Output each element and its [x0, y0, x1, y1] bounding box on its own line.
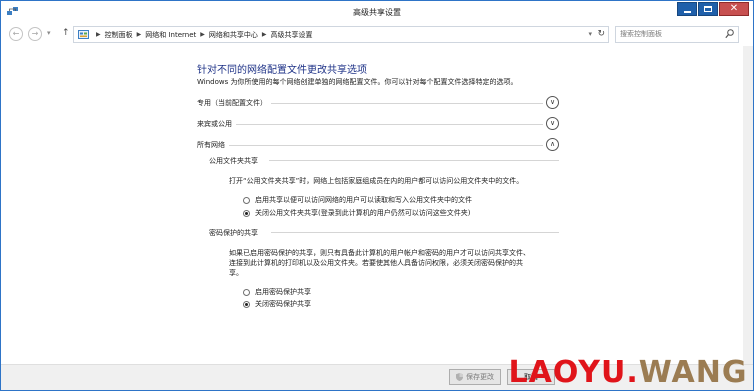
public-sharing-enable-option[interactable]: 启用共享以便可以访问网络的用户可以读取和写入公用文件夹中的文件	[243, 195, 472, 205]
back-button[interactable]: ←	[9, 27, 23, 41]
up-arrow-icon[interactable]: ↑	[62, 28, 70, 38]
public-folder-description: 打开“公用文件夹共享”时，网络上包括家庭组成员在内的用户都可以访问公用文件夹中的…	[229, 177, 524, 185]
public-folder-sharing-title: 公用文件夹共享	[209, 157, 258, 165]
recent-pages-dropdown-icon[interactable]: ▾	[47, 29, 51, 37]
password-description-line-1: 如果已启用密码保护的共享，则只有具备此计算机的用户帐户和密码的用户才可以访问共享…	[229, 249, 530, 257]
breadcrumb-advanced-sharing[interactable]: 高级共享设置	[271, 30, 313, 40]
forward-button[interactable]: →	[28, 27, 42, 41]
breadcrumb-separator-icon[interactable]: ▶	[200, 31, 205, 38]
breadcrumb-separator-icon: ▶	[96, 31, 101, 38]
password-sharing-enable-option[interactable]: 启用密码保护共享	[243, 287, 311, 297]
breadcrumb-control-panel[interactable]: 控制面板	[105, 30, 133, 40]
breadcrumb-network-sharing-center[interactable]: 网络和共享中心	[209, 30, 258, 40]
option-label: 关闭密码保护共享	[255, 300, 311, 308]
breadcrumb-network-internet[interactable]: 网络和 Internet	[145, 30, 196, 40]
window-title: 高级共享设置	[353, 8, 401, 17]
refresh-icon[interactable]: ↻	[597, 29, 605, 39]
minimize-button[interactable]	[677, 2, 697, 16]
address-bar[interactable]: ▶ 控制面板 ▶ 网络和 Internet ▶ 网络和共享中心 ▶ 高级共享设置…	[73, 26, 609, 43]
search-input[interactable]: 搜索控制面板	[615, 26, 739, 43]
chevron-down-icon[interactable]: ∨	[546, 117, 559, 130]
address-dropdown-icon[interactable]: ▾	[588, 30, 592, 38]
profile-private-label: 专用（当前配置文件）	[197, 98, 271, 108]
section-divider	[197, 124, 543, 125]
page-title: 针对不同的网络配置文件更改共享选项	[197, 65, 367, 76]
search-placeholder: 搜索控制面板	[620, 30, 662, 38]
title-bar[interactable]: 高级共享设置 ✕	[1, 1, 753, 23]
password-description-line-2: 连接到此计算机的打印机以及公用文件夹。若要使其他人具备访问权限，必须关闭密码保护…	[229, 259, 523, 267]
section-divider	[197, 145, 543, 146]
chevron-down-icon[interactable]: ∨	[546, 96, 559, 109]
back-arrow-icon: ←	[12, 29, 20, 38]
password-protected-sharing-title: 密码保护的共享	[209, 229, 258, 237]
vertical-scrollbar[interactable]	[743, 46, 753, 364]
subsection-divider	[269, 160, 559, 161]
content-area: 针对不同的网络配置文件更改共享选项 Windows 为你所使用的每个网络创建单独…	[1, 46, 753, 364]
radio-button[interactable]	[243, 196, 250, 204]
public-sharing-disable-option[interactable]: 关闭公用文件夹共享(登录到此计算机的用户仍然可以访问这些文件夹)	[243, 208, 470, 218]
control-panel-icon	[78, 29, 89, 39]
profile-guest-public-label: 来宾或公用	[197, 119, 236, 129]
watermark-text-part1: LAOYU.	[508, 354, 639, 390]
option-label: 关闭公用文件夹共享(登录到此计算机的用户仍然可以访问这些文件夹)	[255, 209, 471, 217]
watermark-text-part2: WANG	[638, 354, 748, 390]
subsection-divider	[271, 232, 559, 233]
password-sharing-disable-option[interactable]: 关闭密码保护共享	[243, 299, 311, 309]
profile-all-networks-label: 所有网络	[197, 140, 229, 150]
profile-private[interactable]: 专用（当前配置文件） ∨	[197, 96, 559, 110]
option-label: 启用共享以便可以访问网络的用户可以读取和写入公用文件夹中的文件	[255, 196, 472, 204]
shield-icon	[456, 373, 463, 381]
page-description: Windows 为你所使用的每个网络创建单独的网络配置文件。你可以针对每个配置文…	[197, 78, 518, 86]
radio-button[interactable]	[243, 209, 250, 217]
advanced-sharing-window: 高级共享设置 ✕ ← → ▾ ↑ ▶ 控制面板 ▶ 网络和 Internet ▶…	[0, 0, 754, 391]
maximize-icon	[704, 6, 712, 12]
address-toolbar: ← → ▾ ↑ ▶ 控制面板 ▶ 网络和 Internet ▶ 网络和共享中心 …	[1, 23, 753, 45]
forward-arrow-icon: →	[31, 29, 39, 38]
window-controls: ✕	[677, 2, 749, 16]
breadcrumb-separator-icon[interactable]: ▶	[137, 31, 142, 38]
save-changes-button[interactable]: 保存更改	[449, 369, 501, 385]
radio-button[interactable]	[243, 300, 250, 308]
breadcrumb-separator-icon[interactable]: ▶	[262, 31, 267, 38]
search-icon[interactable]	[725, 29, 734, 39]
password-description-line-3: 享。	[229, 269, 243, 277]
close-icon: ✕	[729, 3, 739, 14]
maximize-button[interactable]	[698, 2, 718, 16]
radio-button[interactable]	[243, 288, 250, 296]
chevron-up-icon[interactable]: ∧	[546, 138, 559, 151]
save-changes-label: 保存更改	[466, 373, 494, 381]
minimize-icon	[683, 10, 691, 13]
watermark-logo: LAOYU. WANG	[501, 352, 754, 391]
profile-guest-public[interactable]: 来宾或公用 ∨	[197, 117, 559, 131]
profile-all-networks[interactable]: 所有网络 ∧	[197, 138, 559, 152]
option-label: 启用密码保护共享	[255, 288, 311, 296]
close-button[interactable]: ✕	[719, 2, 749, 16]
